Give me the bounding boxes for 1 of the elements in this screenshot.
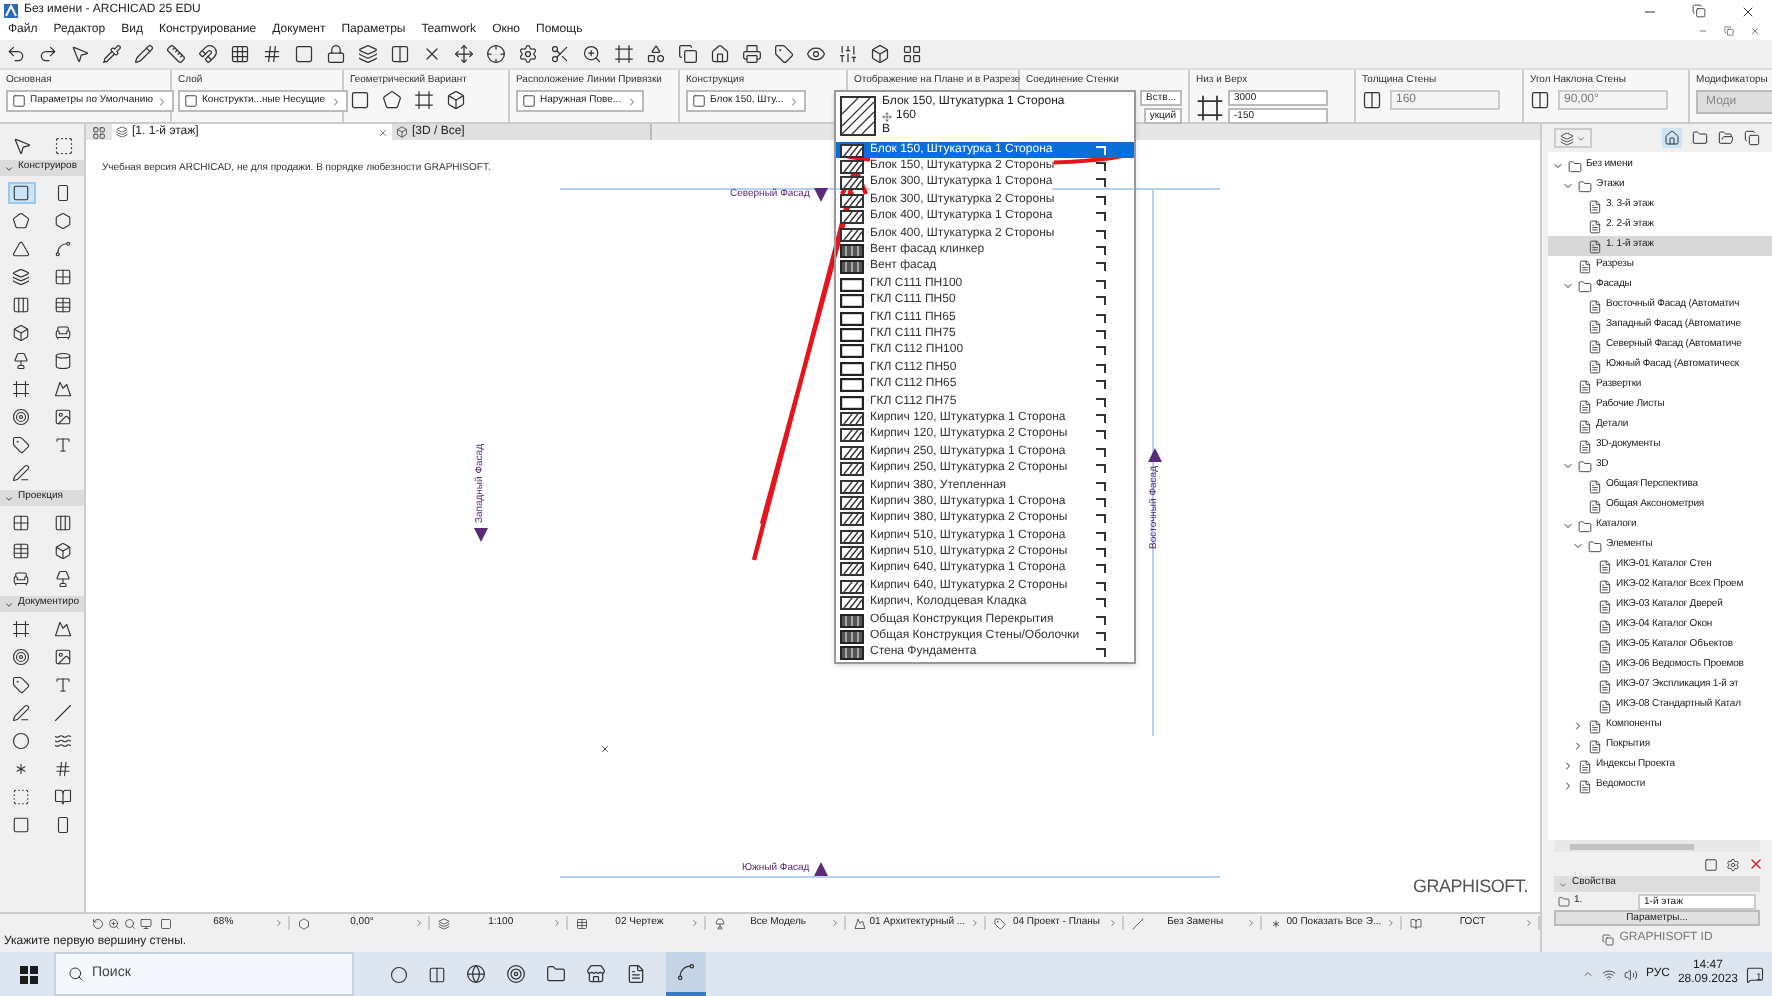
graphisoft-logo: GRAPHISOFT. [1412,873,1528,899]
